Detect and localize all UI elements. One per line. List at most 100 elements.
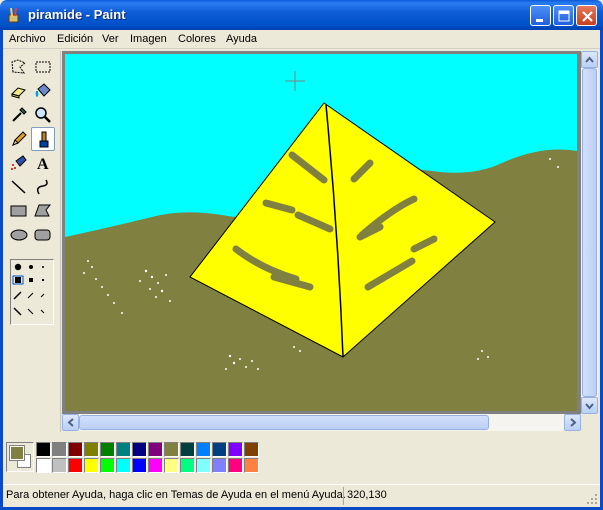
tool-fill[interactable] bbox=[31, 79, 55, 103]
foreground-color-swatch bbox=[9, 445, 25, 461]
scroll-down-button[interactable] bbox=[581, 397, 598, 414]
palette-swatch[interactable] bbox=[84, 458, 99, 473]
menu-edicion[interactable]: Edición bbox=[57, 33, 93, 45]
palette-swatch[interactable] bbox=[132, 458, 147, 473]
current-colors[interactable] bbox=[6, 442, 34, 472]
curve-icon bbox=[36, 179, 48, 195]
fill-bucket-icon bbox=[35, 83, 51, 97]
rounded-rect-icon bbox=[34, 229, 51, 241]
minimize-button[interactable] bbox=[530, 5, 551, 26]
maximize-icon bbox=[558, 10, 570, 22]
horizontal-scroll-thumb[interactable] bbox=[79, 415, 489, 430]
svg-text:A: A bbox=[37, 156, 49, 173]
tool-curve[interactable] bbox=[31, 175, 55, 199]
tool-airbrush[interactable] bbox=[7, 151, 31, 175]
horizontal-scrollbar[interactable] bbox=[62, 414, 581, 431]
palette-swatch[interactable] bbox=[36, 442, 51, 457]
palette-swatch[interactable] bbox=[68, 442, 83, 457]
palette-swatch[interactable] bbox=[180, 442, 195, 457]
pencil-icon bbox=[12, 131, 27, 146]
title-bar[interactable]: piramide - Paint bbox=[0, 0, 603, 30]
palette-swatch[interactable] bbox=[100, 442, 115, 457]
menu-imagen[interactable]: Imagen bbox=[130, 33, 167, 45]
scroll-left-button[interactable] bbox=[62, 414, 79, 431]
palette-swatch[interactable] bbox=[228, 458, 243, 473]
brush-shape-options[interactable] bbox=[10, 259, 54, 325]
chevron-up-icon bbox=[585, 56, 594, 63]
maximize-button[interactable] bbox=[553, 5, 574, 26]
drawing-canvas[interactable] bbox=[62, 51, 581, 414]
chevron-right-icon bbox=[570, 418, 577, 427]
chevron-down-icon bbox=[585, 403, 594, 410]
palette-swatch[interactable] bbox=[164, 458, 179, 473]
menu-archivo[interactable]: Archivo bbox=[9, 33, 46, 45]
tool-rectangle[interactable] bbox=[7, 199, 31, 223]
free-select-icon bbox=[11, 59, 26, 74]
tool-text[interactable]: A bbox=[31, 151, 55, 175]
palette-swatch[interactable] bbox=[212, 442, 227, 457]
color-palette bbox=[3, 434, 600, 480]
menu-colores[interactable]: Colores bbox=[178, 33, 216, 45]
chevron-left-icon bbox=[67, 418, 74, 427]
palette-swatch[interactable] bbox=[244, 458, 259, 473]
tool-free-select[interactable] bbox=[7, 55, 31, 79]
close-button[interactable] bbox=[576, 5, 597, 26]
tool-color-picker[interactable] bbox=[7, 103, 31, 127]
window-title: piramide - Paint bbox=[28, 7, 126, 22]
rectangle-icon bbox=[10, 205, 27, 217]
tool-ellipse[interactable] bbox=[7, 223, 31, 247]
text-icon: A bbox=[37, 156, 49, 173]
palette-swatch[interactable] bbox=[164, 442, 179, 457]
palette-swatch[interactable] bbox=[196, 442, 211, 457]
palette-swatch[interactable] bbox=[212, 458, 227, 473]
palette-swatch[interactable] bbox=[68, 458, 83, 473]
tool-rect-select[interactable] bbox=[31, 55, 55, 79]
resize-grip-icon[interactable] bbox=[586, 493, 598, 505]
menu-bar: Archivo Edición Ver Imagen Colores Ayuda bbox=[3, 30, 600, 49]
tool-eraser[interactable] bbox=[7, 79, 31, 103]
palette-swatch[interactable] bbox=[100, 458, 115, 473]
canvas-workspace[interactable] bbox=[62, 51, 581, 414]
tool-pencil[interactable] bbox=[7, 127, 31, 151]
tool-line[interactable] bbox=[7, 175, 31, 199]
scroll-up-button[interactable] bbox=[581, 51, 598, 68]
palette-swatch[interactable] bbox=[116, 458, 131, 473]
paint-brush-cup-icon bbox=[8, 7, 19, 23]
menu-ver[interactable]: Ver bbox=[102, 33, 119, 45]
tool-rounded-rect[interactable] bbox=[31, 223, 55, 247]
vertical-scroll-thumb[interactable] bbox=[582, 68, 597, 397]
tool-box: A bbox=[3, 51, 61, 432]
palette-swatch[interactable] bbox=[116, 442, 131, 457]
vertical-scrollbar[interactable] bbox=[581, 51, 598, 414]
palette-swatch[interactable] bbox=[228, 442, 243, 457]
airbrush-icon bbox=[11, 155, 27, 170]
scroll-corner bbox=[581, 414, 598, 431]
palette-swatch[interactable] bbox=[84, 442, 99, 457]
scroll-right-button[interactable] bbox=[564, 414, 581, 431]
palette-swatch[interactable] bbox=[132, 442, 147, 457]
palette-swatch[interactable] bbox=[148, 442, 163, 457]
magnifier-icon bbox=[35, 107, 51, 123]
tool-polygon[interactable] bbox=[31, 199, 55, 223]
palette-swatch[interactable] bbox=[196, 458, 211, 473]
eraser-icon bbox=[11, 87, 26, 99]
status-help-text: Para obtener Ayuda, haga clic en Temas d… bbox=[6, 489, 346, 501]
tool-brush[interactable] bbox=[31, 127, 55, 151]
color-picker-icon bbox=[12, 107, 27, 122]
tool-magnifier[interactable] bbox=[31, 103, 55, 127]
palette-swatch[interactable] bbox=[36, 458, 51, 473]
line-icon bbox=[11, 180, 26, 194]
palette-swatch[interactable] bbox=[148, 458, 163, 473]
status-coordinates: 320,130 bbox=[347, 489, 387, 501]
status-bar: Para obtener Ayuda, haga clic en Temas d… bbox=[3, 484, 600, 507]
brush-icon bbox=[39, 131, 49, 148]
polygon-icon bbox=[34, 204, 52, 217]
menu-ayuda[interactable]: Ayuda bbox=[226, 33, 257, 45]
palette-swatch[interactable] bbox=[180, 458, 195, 473]
close-icon bbox=[582, 11, 593, 22]
minimize-icon bbox=[536, 19, 543, 22]
palette-swatch[interactable] bbox=[52, 458, 67, 473]
palette-swatch[interactable] bbox=[52, 442, 67, 457]
brush-shapes bbox=[12, 263, 45, 316]
palette-swatch[interactable] bbox=[244, 442, 259, 457]
